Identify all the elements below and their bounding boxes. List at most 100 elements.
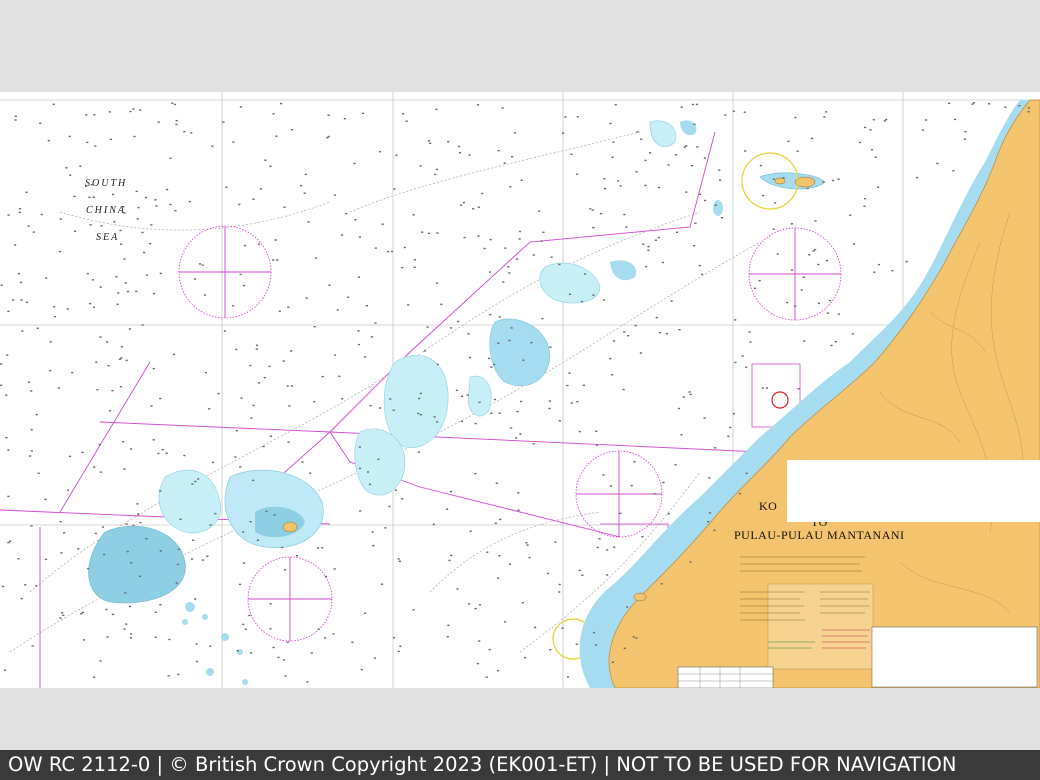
sounding-mark (40, 213, 43, 216)
title-partial: KO (759, 499, 777, 513)
sounding-mark (217, 392, 220, 395)
sounding-mark (214, 512, 217, 515)
sounding-mark (513, 132, 516, 134)
sounding-mark (365, 305, 368, 307)
sounding-mark (120, 357, 123, 359)
sounding-mark (80, 613, 83, 615)
sounding-mark (558, 591, 561, 593)
sounding-mark (503, 162, 506, 164)
sounding-mark (523, 657, 527, 659)
sounding-mark (304, 173, 307, 176)
sounding-mark (541, 317, 544, 320)
sounding-mark (295, 555, 298, 557)
sounding-mark (130, 448, 133, 450)
sounding-mark (661, 261, 664, 264)
sounding-mark (542, 231, 545, 233)
sea-label-line-1: SOUTH (85, 178, 127, 189)
sounding-mark (161, 449, 164, 451)
sounding-mark (12, 299, 15, 301)
sounding-mark (745, 472, 748, 475)
sounding-mark (814, 220, 817, 222)
sounding-mark (7, 449, 10, 451)
sounding-mark (703, 157, 706, 159)
sounding-mark (195, 643, 198, 645)
sounding-mark (762, 194, 765, 197)
sounding-mark (759, 165, 762, 167)
sounding-mark (44, 558, 48, 561)
sounding-mark (239, 583, 242, 586)
sounding-mark (447, 624, 450, 627)
sounding-mark (5, 394, 8, 396)
sounding-mark (823, 116, 826, 118)
sounding-mark (488, 648, 491, 651)
sounding-mark (135, 190, 138, 193)
sounding-mark (418, 397, 421, 400)
sounding-mark (269, 628, 272, 630)
sounding-mark (172, 353, 175, 356)
sounding-mark (732, 413, 735, 415)
sounding-mark (137, 206, 140, 209)
sounding-mark (578, 430, 581, 433)
sounding-mark (236, 650, 239, 652)
sounding-mark (916, 176, 919, 179)
sounding-mark (457, 145, 461, 148)
sounding-mark (394, 489, 397, 491)
sounding-mark (808, 254, 811, 256)
sounding-mark (244, 244, 247, 247)
sounding-mark (494, 522, 497, 524)
sounding-mark (720, 217, 724, 219)
sounding-mark (47, 139, 50, 142)
sounding-mark (522, 359, 525, 361)
small-island (282, 521, 298, 533)
sounding-mark (698, 193, 701, 195)
sounding-mark (389, 398, 392, 400)
sounding-mark (508, 339, 511, 342)
sounding-mark (517, 492, 520, 494)
sounding-mark (256, 344, 259, 346)
sounding-mark (53, 316, 56, 318)
sounding-mark (0, 284, 3, 286)
sounding-mark (366, 471, 370, 473)
sounding-mark (198, 263, 201, 265)
sounding-mark (682, 396, 685, 398)
sounding-mark (662, 481, 665, 484)
sounding-mark (7, 310, 10, 313)
sounding-mark (287, 441, 290, 443)
chart-canvas[interactable]: SOUTH CHINA SEA KO TO PULAU-PULAU MANTAN… (0, 92, 1040, 688)
sounding-mark (171, 102, 174, 104)
sounding-mark (269, 603, 272, 605)
sounding-mark (708, 512, 712, 514)
sounding-mark (794, 305, 797, 307)
sounding-mark (478, 640, 481, 642)
sounding-mark (885, 118, 888, 121)
sounding-mark (695, 103, 699, 106)
sounding-mark (194, 598, 197, 600)
sounding-mark (609, 357, 612, 360)
sounding-mark (1004, 106, 1007, 108)
sounding-mark (85, 114, 88, 116)
sounding-mark (772, 228, 775, 230)
sounding-mark (606, 574, 609, 576)
sounding-mark (708, 477, 711, 479)
sounding-mark (641, 536, 644, 538)
sounding-mark (310, 652, 313, 654)
sounding-mark (153, 292, 156, 295)
sounding-mark (532, 443, 535, 445)
sounding-mark (377, 458, 380, 460)
sounding-mark (7, 495, 10, 498)
sounding-mark (24, 584, 27, 586)
sounding-mark (123, 468, 126, 470)
sounding-mark (35, 413, 38, 416)
sounding-mark (317, 628, 320, 630)
nautical-chart[interactable]: SOUTH CHINA SEA KO TO PULAU-PULAU MANTAN… (0, 92, 1040, 688)
sounding-mark (274, 239, 277, 241)
sounding-mark (145, 538, 148, 540)
sounding-mark (776, 253, 779, 255)
sounding-mark (667, 164, 670, 166)
sounding-mark (351, 641, 354, 643)
sounding-mark (369, 405, 372, 407)
sounding-mark (594, 644, 598, 646)
sounding-mark (225, 186, 228, 188)
sounding-mark (647, 249, 650, 251)
sounding-mark (243, 284, 246, 287)
